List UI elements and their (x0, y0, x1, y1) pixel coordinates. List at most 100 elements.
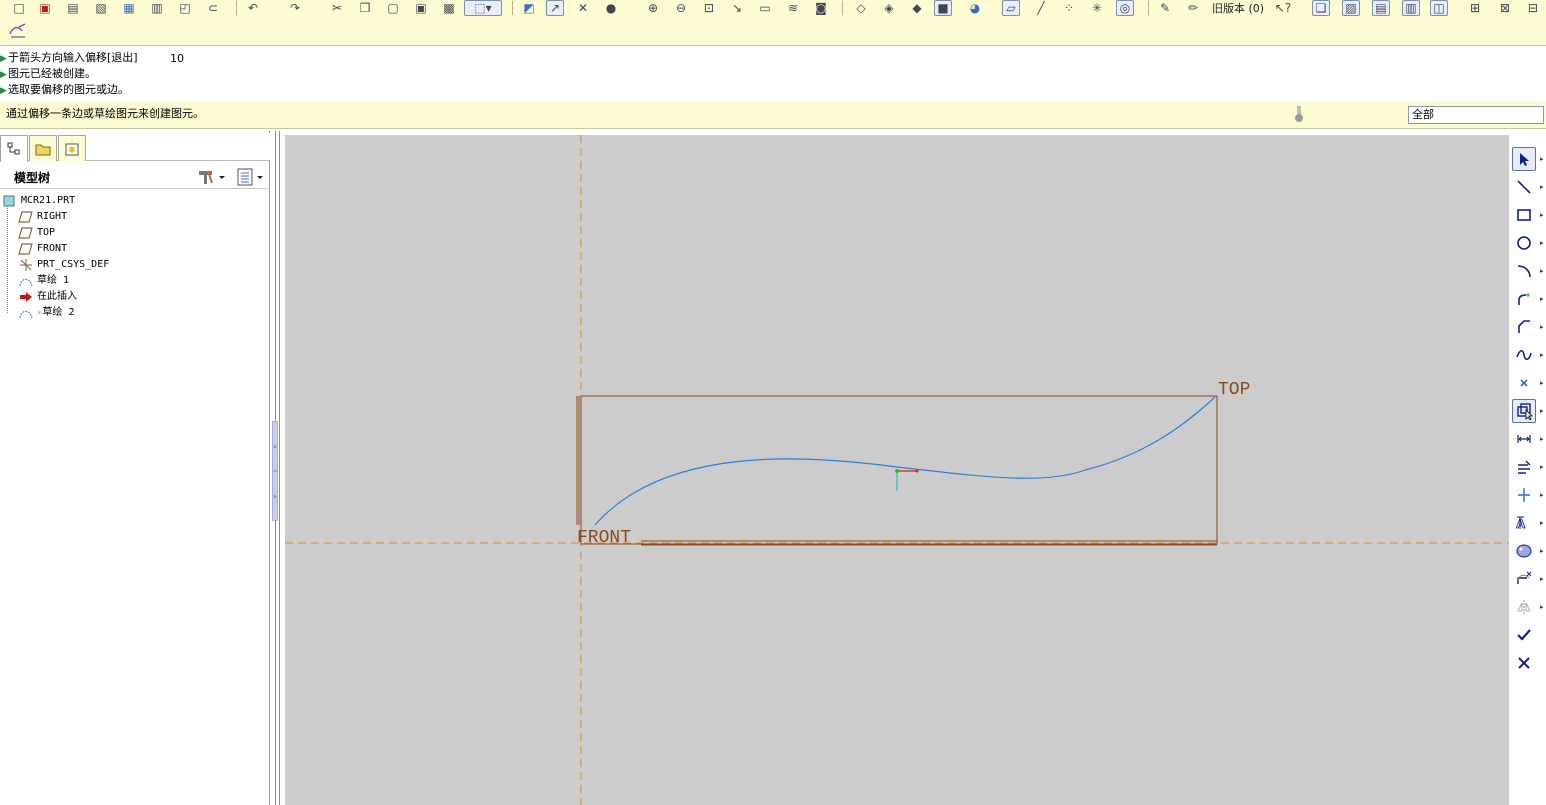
flyout-arrow-icon[interactable]: ▸ (1540, 408, 1544, 415)
spin-center-icon[interactable]: ↗ (546, 0, 564, 16)
saved-view-icon[interactable]: ◙ (812, 0, 830, 16)
flyout-arrow-icon[interactable]: ▸ (1540, 520, 1544, 527)
mirror-icon[interactable] (1512, 595, 1536, 619)
redo-icon[interactable]: ↷ (286, 0, 304, 16)
fillet-icon[interactable] (1512, 287, 1536, 311)
datum-axis-icon[interactable]: ╱ (1032, 0, 1050, 16)
tab-folder-browser[interactable] (29, 135, 57, 161)
new-icon[interactable]: □ (10, 0, 28, 16)
undo-icon[interactable]: ↶ (244, 0, 262, 16)
select-box-icon[interactable]: ⬚▾ (464, 0, 502, 16)
flyout-arrow-icon[interactable]: ▸ (1540, 352, 1544, 359)
sketch-canvas[interactable]: TOP FRONT (285, 135, 1509, 805)
grid-icon[interactable]: ⊞ (1466, 0, 1484, 16)
datum-display-icon[interactable]: ◫ (1430, 0, 1448, 16)
flyout-arrow-icon[interactable]: ▸ (1540, 240, 1544, 247)
print-icon[interactable]: ▧ (92, 0, 110, 16)
help-icon[interactable]: ↖? (1274, 0, 1292, 16)
flyout-arrow-icon[interactable]: ▸ (1540, 464, 1544, 471)
snap-icon[interactable]: ⊠ (1496, 0, 1514, 16)
no-hidden-icon[interactable]: ◆ (908, 0, 926, 16)
tree-item-sketch-2[interactable]: ✳草绘 2 (18, 305, 74, 321)
mail-icon[interactable]: ◰ (176, 0, 194, 16)
expand-right-icon[interactable]: › (272, 471, 278, 521)
flyout-arrow-icon[interactable]: ▸ (1540, 212, 1544, 219)
zoom-out-icon[interactable]: ⊖ (672, 0, 690, 16)
hide-icon[interactable]: ▥ (1402, 0, 1420, 16)
constraint-icon[interactable] (1512, 483, 1536, 507)
accept-check-icon[interactable] (1512, 623, 1536, 647)
top-datum-plane[interactable] (580, 395, 1218, 545)
csys-icon[interactable]: ✳ (1088, 0, 1106, 16)
flyout-arrow-icon[interactable]: ▸ (1540, 156, 1544, 163)
spline-icon[interactable] (1512, 343, 1536, 367)
dimension-icon[interactable] (1512, 427, 1536, 451)
repaint-icon[interactable]: ◩ (520, 0, 538, 16)
select-arrow-icon[interactable] (1512, 147, 1536, 171)
flyout-arrow-icon[interactable]: ▸ (1540, 436, 1544, 443)
open-icon[interactable]: ▣ (36, 0, 54, 16)
save-icon[interactable]: ▤ (64, 0, 82, 16)
cancel-x-icon[interactable] (1512, 651, 1536, 675)
display-icon[interactable]: ⊟ (1524, 0, 1542, 16)
tree-item-right[interactable]: RIGHT (18, 209, 67, 225)
flyout-arrow-icon[interactable]: ▸ (1540, 492, 1544, 499)
flyout-arrow-icon[interactable]: ▸ (1540, 576, 1544, 583)
regenerate-icon[interactable]: ▩ (440, 0, 458, 16)
tab-model-tree[interactable] (0, 135, 28, 162)
point-icon[interactable] (1512, 371, 1536, 395)
tab-favorites[interactable] (58, 135, 86, 161)
text-icon[interactable]: A (1512, 511, 1536, 535)
hidden-line-icon[interactable]: ◈ (880, 0, 898, 16)
rectangle-icon[interactable] (1512, 203, 1536, 227)
tree-item-front[interactable]: FRONT (18, 241, 67, 257)
pencil-icon[interactable]: ✏ (1184, 0, 1202, 16)
save-copy-icon[interactable]: ▦ (120, 0, 138, 16)
palette-icon[interactable] (1512, 539, 1536, 563)
link-icon[interactable]: ⊂ (204, 0, 222, 16)
refit-icon[interactable]: ⊡ (700, 0, 718, 16)
tree-item-top[interactable]: TOP (18, 225, 55, 241)
chamfer-icon[interactable] (1512, 315, 1536, 339)
collapse-left-icon[interactable]: ‹ (272, 421, 278, 471)
view-icon[interactable]: ↘ (728, 0, 746, 16)
paste-icon[interactable]: ▢ (384, 0, 402, 16)
graphics-window[interactable]: TOP FRONT (285, 135, 1509, 805)
datum-plane-icon[interactable]: ▱ (1002, 0, 1020, 16)
show-icon[interactable] (236, 167, 268, 187)
cut-icon[interactable]: ✂ (328, 0, 346, 16)
circle-icon[interactable] (1512, 231, 1536, 255)
layers-icon[interactable]: ≋ (784, 0, 802, 16)
flyout-arrow-icon[interactable]: ▸ (1540, 268, 1544, 275)
flyout-arrow-icon[interactable]: ▸ (1540, 296, 1544, 303)
tree-item-insert-here[interactable]: 在此插入 (18, 289, 77, 305)
close-window-icon[interactable]: ▨ (1342, 0, 1360, 16)
annotation-icon[interactable]: ◎ (1116, 0, 1134, 16)
printer-icon[interactable]: ▥ (148, 0, 166, 16)
view-manager-icon[interactable]: ▭ (756, 0, 774, 16)
window-icon[interactable]: ❏ (1312, 0, 1330, 16)
copy-icon[interactable]: ❐ (356, 0, 374, 16)
model-display-icon[interactable]: ▤ (1372, 0, 1390, 16)
sketch-spline[interactable] (594, 396, 1216, 526)
trim-icon[interactable] (1512, 567, 1536, 591)
sketch-mode-icon[interactable] (7, 22, 29, 40)
paste-special-icon[interactable]: ▣ (412, 0, 430, 16)
flyout-arrow-icon[interactable]: ▸ (1540, 324, 1544, 331)
settings-icon[interactable] (196, 167, 228, 187)
shading-icon[interactable]: ● (602, 0, 620, 16)
version-label[interactable]: 旧版本 (0) (1212, 0, 1264, 16)
enhanced-realism-icon[interactable]: ◕ (966, 0, 984, 16)
tree-item-part[interactable]: MCR21.PRT (2, 193, 75, 209)
arc-icon[interactable] (1512, 259, 1536, 283)
sketch-tool-icon[interactable]: ✎ (1156, 0, 1174, 16)
flyout-arrow-icon[interactable]: ▸ (1540, 548, 1544, 555)
shaded-icon[interactable]: ■ (934, 0, 952, 16)
tree-item-sketch-1[interactable]: 草绘 1 (18, 273, 69, 289)
zoom-in-icon[interactable]: ⊕ (644, 0, 662, 16)
offset-edge-icon[interactable] (1512, 399, 1536, 423)
selection-filter-select[interactable]: 全部 (1408, 106, 1544, 124)
flyout-arrow-icon[interactable]: ▸ (1540, 380, 1544, 387)
datum-point-icon[interactable]: ⁘ (1060, 0, 1078, 16)
wireframe-icon[interactable]: ◇ (852, 0, 870, 16)
